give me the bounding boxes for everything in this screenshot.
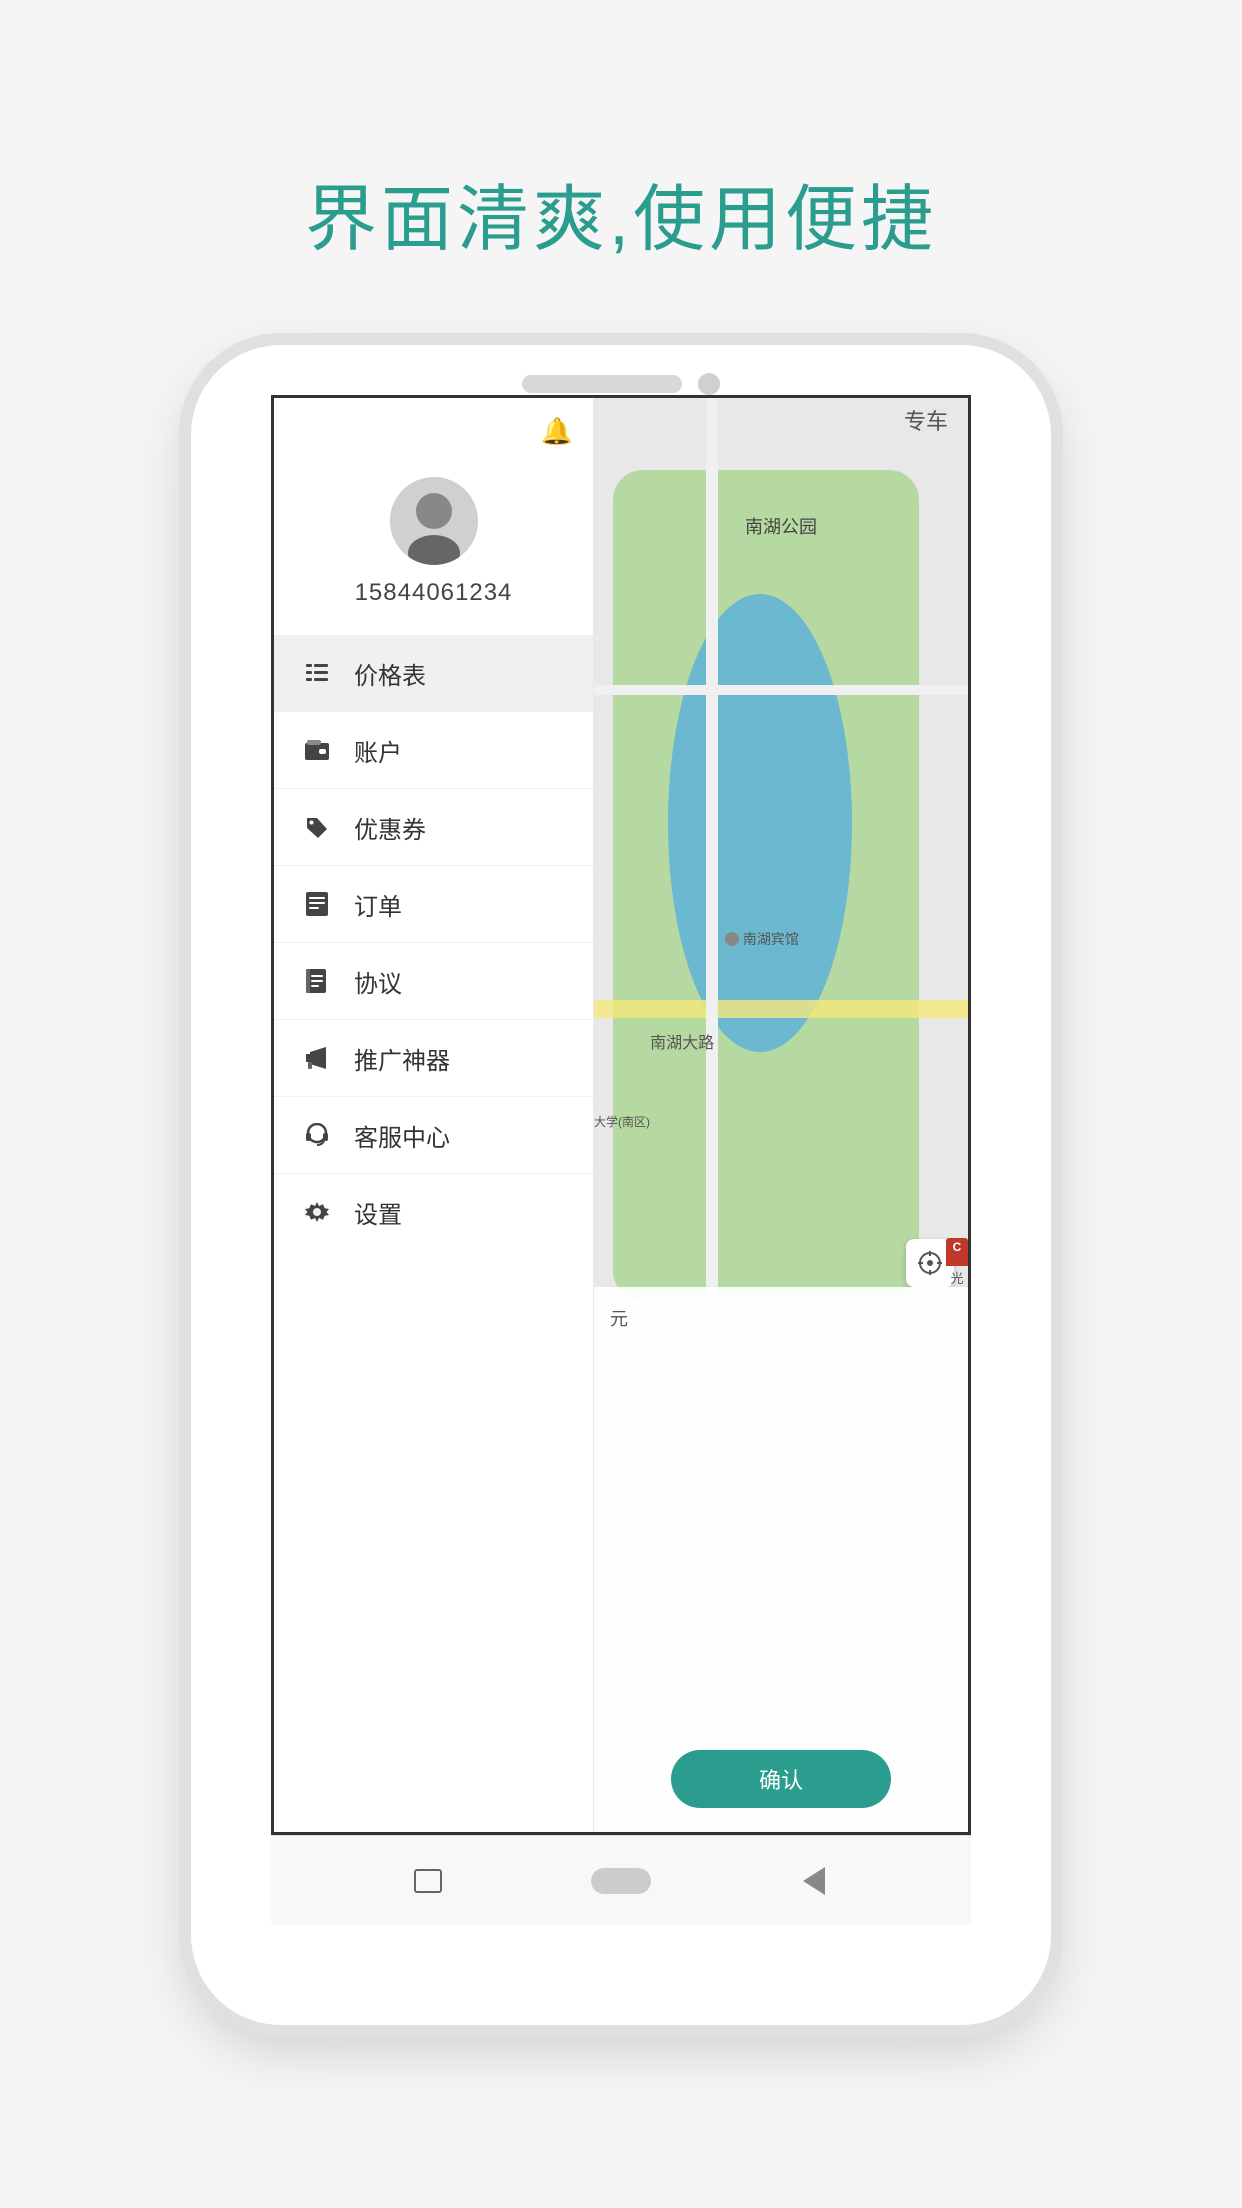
road-label: 南湖大路 — [650, 1029, 714, 1053]
phone-screen: 🔔 15844061234 — [271, 395, 971, 1835]
phone-camera — [698, 373, 720, 395]
menu-label-price: 价格表 — [354, 656, 426, 691]
avatar — [390, 477, 478, 565]
side-drawer: 🔔 15844061234 — [274, 398, 594, 1832]
menu-label-order: 订单 — [354, 887, 402, 922]
phone-top-bar — [191, 345, 1051, 395]
headset-icon — [302, 1120, 332, 1150]
menu-label-settings: 设置 — [354, 1195, 402, 1230]
road-horizontal-1 — [594, 1000, 968, 1018]
menu-label-account: 账户 — [354, 733, 402, 768]
uni-label: 大学(南区) — [594, 1115, 650, 1131]
hotel-dot — [725, 932, 739, 946]
map-bottom-sheet: 元 确认 — [594, 1287, 968, 1832]
phone-speaker — [522, 375, 682, 393]
list-icon — [302, 658, 332, 688]
nav-recent-button[interactable] — [398, 1861, 458, 1901]
map-area: 南湖公园 南湖大路 南湖宾馆 大学(南区) 专车 — [594, 398, 968, 1832]
menu-label-agreement: 协议 — [354, 964, 402, 999]
menu-label-coupon: 优惠券 — [354, 810, 426, 845]
phone-bottom-nav — [271, 1835, 971, 1925]
confirm-button[interactable]: 确认 — [671, 1750, 891, 1808]
guang-label: 光 — [950, 1268, 963, 1287]
receipt-icon — [302, 889, 332, 919]
zhuanche-label: 专车 — [904, 404, 948, 436]
menu-label-promote: 推广神器 — [354, 1041, 450, 1076]
book-icon — [302, 966, 332, 996]
nav-back-button[interactable] — [784, 1861, 844, 1901]
gear-icon — [302, 1197, 332, 1227]
home-icon — [591, 1868, 651, 1894]
menu-item-settings[interactable]: 设置 — [274, 1174, 593, 1250]
map-background: 南湖公园 南湖大路 南湖宾馆 大学(南区) 专车 — [594, 398, 968, 1832]
drawer-header: 🔔 — [274, 398, 593, 457]
park-area — [613, 470, 920, 1302]
user-phone-number: 15844061234 — [355, 579, 513, 607]
hotel-label: 南湖宾馆 — [725, 929, 799, 949]
megaphone-icon — [302, 1043, 332, 1073]
menu-item-price[interactable]: 价格表 — [274, 635, 593, 711]
menu-label-service: 客服中心 — [354, 1118, 450, 1153]
lake-area — [668, 594, 852, 1051]
recent-icon — [414, 1869, 442, 1893]
nav-home-button[interactable] — [591, 1861, 651, 1901]
menu-item-service[interactable]: 客服中心 — [274, 1097, 593, 1173]
menu-item-coupon[interactable]: 优惠券 — [274, 789, 593, 865]
tag-icon — [302, 812, 332, 842]
page-title: 界面清爽,使用便捷 — [305, 160, 937, 265]
menu-item-order[interactable]: 订单 — [274, 866, 593, 942]
avatar-section: 15844061234 — [274, 457, 593, 635]
road-horizontal-2 — [594, 685, 968, 695]
wallet-icon — [302, 735, 332, 765]
back-icon — [803, 1867, 825, 1895]
phone-mockup: 🔔 15844061234 — [191, 345, 1051, 2025]
menu-list: 价格表 账户 — [274, 635, 593, 1832]
menu-item-account[interactable]: 账户 — [274, 712, 593, 788]
menu-item-agreement[interactable]: 协议 — [274, 943, 593, 1019]
park-label: 南湖公园 — [745, 513, 817, 539]
bell-icon[interactable]: 🔔 — [541, 416, 573, 447]
yuan-label: 元 — [610, 1305, 628, 1331]
map-red-marker: C — [946, 1238, 968, 1266]
menu-item-promote[interactable]: 推广神器 — [274, 1020, 593, 1096]
